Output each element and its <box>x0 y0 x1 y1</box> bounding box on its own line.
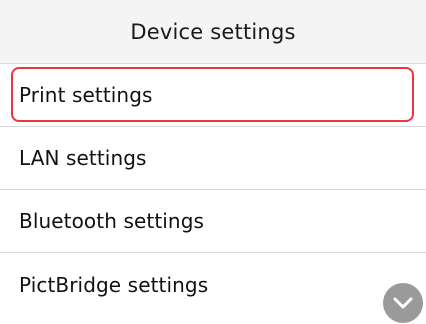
menu-item-label: PictBridge settings <box>19 272 209 297</box>
scroll-down-button[interactable] <box>383 283 423 323</box>
menu-item-bluetooth-settings[interactable]: Bluetooth settings <box>0 190 426 253</box>
settings-menu: Print settings LAN settings Bluetooth se… <box>0 64 426 316</box>
menu-item-label: Bluetooth settings <box>19 209 205 233</box>
screen-header: Device settings <box>0 0 426 64</box>
menu-item-label: Print settings <box>19 83 153 107</box>
chevron-down-icon <box>393 297 413 309</box>
menu-item-lan-settings[interactable]: LAN settings <box>0 127 426 190</box>
device-settings-screen: Device settings Print settings LAN setti… <box>0 0 426 324</box>
menu-item-print-settings[interactable]: Print settings <box>0 64 426 127</box>
screen-title: Device settings <box>130 19 296 44</box>
menu-item-label: LAN settings <box>19 146 147 170</box>
menu-item-pictbridge-settings[interactable]: PictBridge settings <box>0 253 426 316</box>
